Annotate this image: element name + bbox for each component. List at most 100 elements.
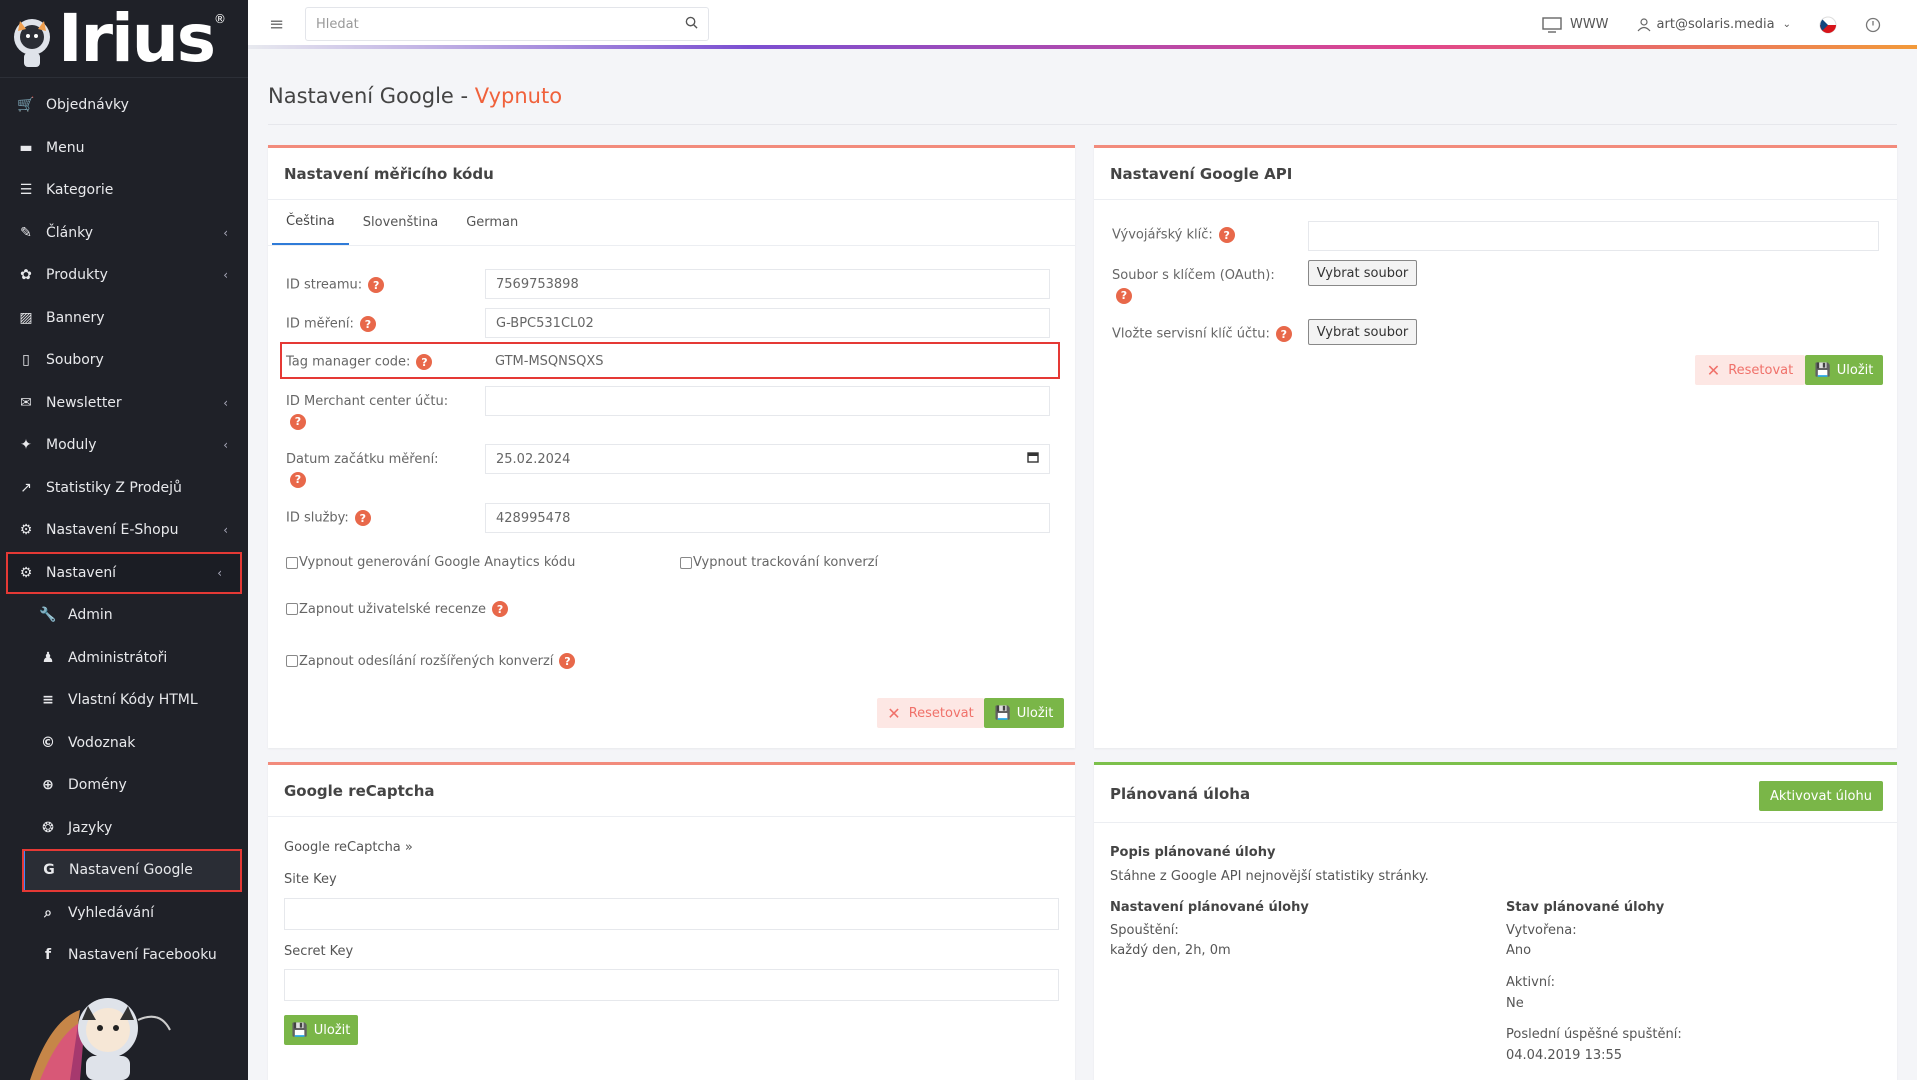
sidebar-item-statistiky-z-prodej-[interactable]: ↗ Statistiky Z Prodejů xyxy=(0,467,248,510)
user-menu[interactable]: art@solaris.media ⌄ xyxy=(1637,17,1791,32)
sidebar-item-nastaven-e-shopu[interactable]: ⚙ Nastavení E-Shopu ‹ xyxy=(0,509,248,552)
sidebar-item-menu[interactable]: ▬ Menu xyxy=(0,127,248,170)
sidebar-subitem-dom-ny[interactable]: ⊕ Domény xyxy=(0,764,248,807)
sidebar-item-moduly[interactable]: ✦ Moduly ‹ xyxy=(0,424,248,467)
sidebar-subitem-vlastn-k-dy-html[interactable]: ≡ Vlastní Kódy HTML xyxy=(0,679,248,722)
sidebar-subitem-nastaven-facebooku[interactable]: f Nastavení Facebooku xyxy=(0,934,248,977)
wrench-icon: 🔧 xyxy=(39,607,57,624)
site-key-input[interactable] xyxy=(284,898,1059,930)
disable-ga-checkbox[interactable]: Vypnout generování Google Anaytics kódu xyxy=(286,555,575,570)
sidebar-item-label: Nastavení xyxy=(46,564,117,581)
sidebar-item-produkty[interactable]: ✿ Produkty ‹ xyxy=(0,254,248,297)
sidebar-item-label: Soubory xyxy=(46,352,104,369)
sidebar-subitem-nastaven-google[interactable]: G Nastavení Google xyxy=(22,849,242,892)
help-icon[interactable]: ? xyxy=(559,653,576,669)
card-title: Nastavení Google API xyxy=(1094,148,1897,200)
sidebar-item--l-nky[interactable]: ✎ Články ‹ xyxy=(0,212,248,255)
dev-key-label: Vývojářský klíč:? xyxy=(1112,227,1235,243)
api-reset-button[interactable]: ✕ Resetovat xyxy=(1695,355,1805,385)
help-icon[interactable]: ? xyxy=(368,277,385,293)
sidebar-item-objedn-vky[interactable]: 🛒 Objednávky xyxy=(0,84,248,127)
logout-button[interactable] xyxy=(1865,17,1881,33)
www-link[interactable]: WWW xyxy=(1542,16,1609,33)
sidebar-subitem-admin[interactable]: 🔧 Admin xyxy=(0,594,248,637)
sidebar-item-newsletter[interactable]: ✉ Newsletter ‹ xyxy=(0,382,248,425)
measure-id-input[interactable]: G-BPC531CL02 xyxy=(485,308,1050,338)
chevron-left-icon: ‹ xyxy=(223,395,228,410)
sidebar-item-label: Administrátoři xyxy=(68,649,168,666)
power-icon xyxy=(1865,17,1881,32)
help-icon[interactable]: ? xyxy=(492,601,509,617)
service-key-button[interactable]: Vybrat soubor xyxy=(1308,319,1417,345)
api-save-button[interactable]: 💾 Uložit xyxy=(1805,355,1883,385)
puzzle-icon: ✦ xyxy=(20,437,32,454)
last-run-label: Poslední úspěšné spuštění: xyxy=(1506,1027,1682,1042)
checkbox[interactable] xyxy=(286,556,298,569)
checkbox[interactable] xyxy=(680,556,692,569)
sidebar-subitem-vyhled-v-n-[interactable]: ⌕ Vyhledávání xyxy=(0,892,248,935)
brand-logo[interactable]: Irius ® xyxy=(0,0,248,78)
google-api-card: Nastavení Google API Vývojářský klíč:? S… xyxy=(1094,145,1897,748)
sidebar-item-soubory[interactable]: ▯ Soubory xyxy=(0,339,248,382)
floppy-icon: 💾 xyxy=(1814,362,1831,378)
sidebar-item-kategorie[interactable]: ☰ Kategorie xyxy=(0,169,248,212)
checkbox[interactable] xyxy=(286,603,298,615)
merchant-input[interactable] xyxy=(485,386,1050,416)
tab-slovenstina[interactable]: Slovenština xyxy=(349,200,452,245)
disable-conv-checkbox[interactable]: Vypnout trackování konverzí xyxy=(680,555,878,570)
sidebar-subitem-vodoznak[interactable]: © Vodoznak xyxy=(0,722,248,765)
help-icon[interactable]: ? xyxy=(290,413,306,430)
help-icon[interactable]: ? xyxy=(290,471,306,488)
language-tabs: Čeština Slovenština German xyxy=(268,200,1075,246)
reset-button[interactable]: ✕ Resetovat xyxy=(877,698,984,728)
help-icon[interactable]: ? xyxy=(416,354,433,370)
service-id-input[interactable]: 428995478 xyxy=(485,503,1050,533)
help-icon[interactable]: ? xyxy=(1218,227,1235,243)
desc-text: Stáhne z Google API nejnovější statistik… xyxy=(1110,869,1429,884)
help-icon[interactable]: ? xyxy=(359,316,376,332)
cart-icon: 🛒 xyxy=(17,97,35,114)
tab-cestina[interactable]: Čeština xyxy=(272,200,349,245)
secret-key-input[interactable] xyxy=(284,969,1059,1001)
help-icon[interactable]: ? xyxy=(354,510,371,526)
sidebar-item-bannery[interactable]: ▨ Bannery xyxy=(0,297,248,340)
enable-reviews-checkbox[interactable]: Zapnout uživatelské recenze? xyxy=(286,601,509,617)
sidebar-item-label: Produkty xyxy=(46,267,108,284)
stream-id-input[interactable]: 7569753898 xyxy=(485,269,1050,299)
help-icon[interactable]: ? xyxy=(1116,287,1132,304)
key-file-button[interactable]: Vybrat soubor xyxy=(1308,260,1417,286)
service-id-label: ID služby:? xyxy=(286,510,371,526)
recaptcha-save-button[interactable]: 💾 Uložit xyxy=(284,1015,358,1045)
save-button[interactable]: 💾 Uložit xyxy=(984,698,1064,728)
checkbox-label: Zapnout odesílání rozšířených konverzí xyxy=(299,653,554,669)
activate-task-button[interactable]: Aktivovat úlohu xyxy=(1759,781,1883,811)
language-flag[interactable] xyxy=(1819,16,1837,34)
globe-icon: ⊕ xyxy=(42,777,54,794)
recaptcha-link[interactable]: Google reCaptcha » xyxy=(284,840,413,855)
list-icon: ☰ xyxy=(19,182,33,199)
tag-manager-input[interactable]: GTM-MSQNSQXS xyxy=(485,346,1050,376)
sidebar-subitem-administr-to-i[interactable]: ♟ Administrátoři xyxy=(0,637,248,680)
site-key-label: Site Key xyxy=(284,872,337,887)
checkbox[interactable] xyxy=(286,655,298,667)
cogs-icon: ⚙ xyxy=(19,564,33,581)
help-icon[interactable]: ? xyxy=(1275,326,1292,342)
created-label: Vytvořena: xyxy=(1506,923,1577,938)
dev-key-input[interactable] xyxy=(1308,221,1879,251)
run-value: každý den, 2h, 0m xyxy=(1110,943,1231,958)
secret-key-label: Secret Key xyxy=(284,944,354,959)
sidebar-item-label: Nastavení Google xyxy=(69,862,193,879)
service-key-label: Vložte servisní klíč účtu:? xyxy=(1112,326,1292,342)
search-input[interactable]: Hledat xyxy=(305,7,709,41)
enable-ext-conv-checkbox[interactable]: Zapnout odesílání rozšířených konverzí? xyxy=(286,653,576,669)
tab-german[interactable]: German xyxy=(452,200,532,245)
search-icon[interactable] xyxy=(685,16,698,33)
menu-toggle-icon[interactable]: ≡ xyxy=(269,14,284,35)
start-date-value: 25.02.2024 xyxy=(496,451,571,467)
calendar-icon[interactable] xyxy=(1027,451,1039,467)
card-title: Google reCaptcha xyxy=(268,765,1075,817)
monitor-icon xyxy=(1542,16,1562,33)
sidebar-subitem-jazyky[interactable]: ❂ Jazyky xyxy=(0,807,248,850)
start-date-input[interactable]: 25.02.2024 xyxy=(485,444,1050,474)
sidebar-item-nastaven-[interactable]: ⚙ Nastavení ‹ xyxy=(6,551,242,594)
